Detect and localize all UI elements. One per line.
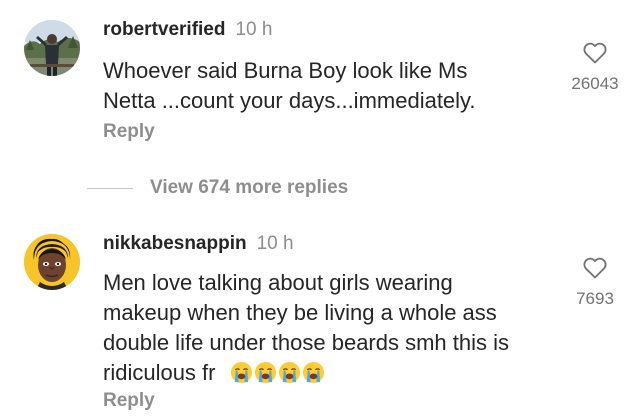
comment-text: Men love talking about girls wearing mak…	[103, 268, 509, 388]
avatar[interactable]	[24, 234, 80, 290]
emoji-group	[230, 360, 326, 385]
timestamp: 10 h	[235, 19, 273, 40]
comment-header: nikkabesnappin 10 h	[103, 233, 294, 255]
divider-line	[87, 187, 133, 189]
like-area: 26043	[560, 42, 630, 94]
comment-text-line: double life under those beards smh this …	[103, 330, 510, 355]
cartoon-face-avatar-icon	[24, 234, 80, 290]
loudly-crying-face-icon	[230, 361, 252, 384]
reply-button[interactable]: Reply	[103, 121, 155, 143]
like-count: 26043	[571, 74, 619, 93]
comment-text-line: Whoever said Burna Boy look like Ms	[103, 58, 468, 83]
comment-text-line: makeup when they be living a whole ass	[103, 300, 497, 325]
username[interactable]: nikkabesnappin	[103, 233, 247, 254]
view-more-replies-label[interactable]: View 674 more replies	[150, 177, 348, 199]
avatar[interactable]	[24, 20, 80, 76]
loudly-crying-face-icon	[278, 361, 300, 384]
reply-button[interactable]: Reply	[103, 390, 155, 412]
heart-outline-icon[interactable]	[583, 257, 607, 279]
comment-text: Whoever said Burna Boy look like Ms Nett…	[103, 56, 476, 116]
loudly-crying-face-icon	[254, 361, 276, 384]
comment-text-line: Men love talking about girls wearing	[103, 270, 453, 295]
heart-outline-icon[interactable]	[583, 42, 607, 64]
comment-header: robertverified 10 h	[103, 19, 272, 41]
loudly-crying-face-icon	[302, 361, 324, 384]
comment-2: nikkabesnappin 10 h Men love talking abou…	[0, 220, 639, 418]
username[interactable]: robertverified	[103, 19, 225, 40]
timestamp: 10 h	[256, 233, 294, 254]
view-more-replies[interactable]: View 674 more replies	[87, 176, 348, 200]
comment-text-line: Netta ...count your days...immediately.	[103, 88, 476, 113]
person-standing-outdoors-avatar-icon	[24, 20, 80, 76]
comment-1: robertverified 10 h Whoever said Burna Bo…	[0, 0, 639, 160]
like-count: 7693	[576, 289, 614, 308]
like-area: 7693	[560, 257, 630, 309]
comment-text-line-with-emojis: ridiculous fr	[103, 358, 509, 388]
comment-text-line: ridiculous fr	[103, 360, 216, 385]
